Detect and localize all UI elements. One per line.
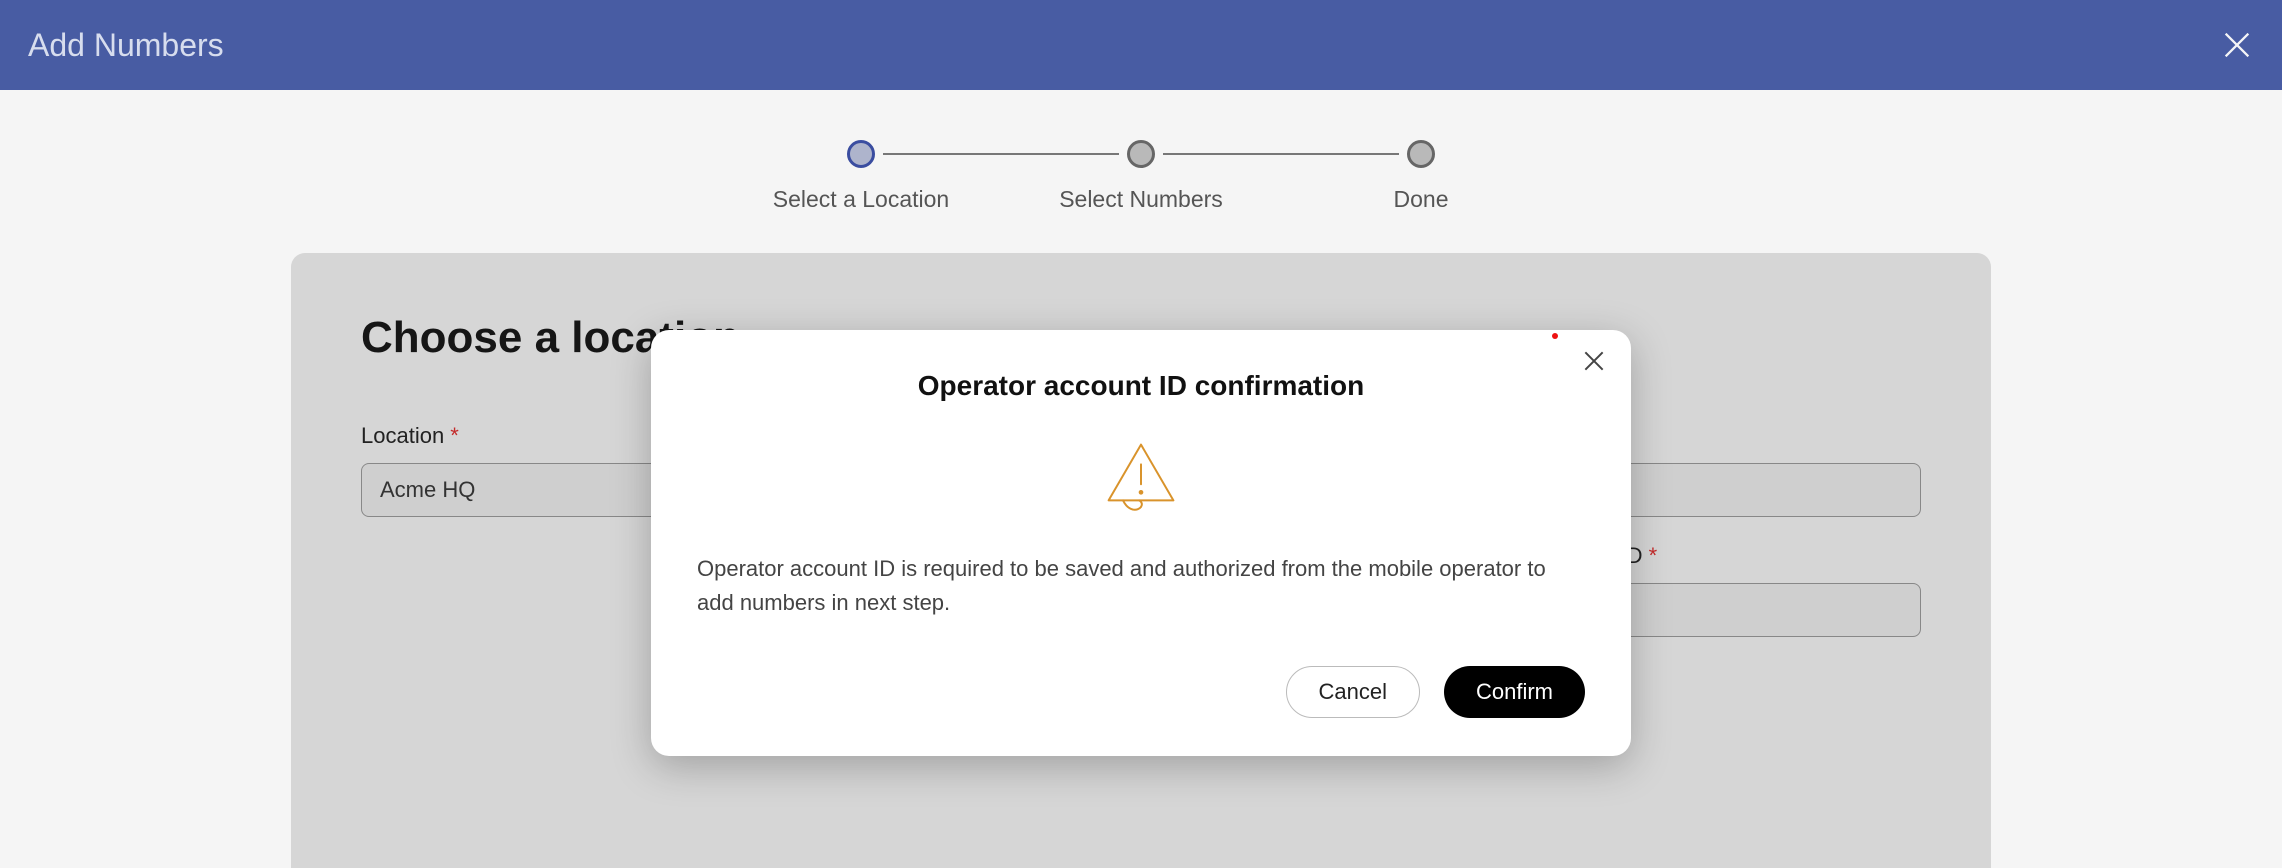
modal-body-text: Operator account ID is required to be sa… — [697, 552, 1585, 620]
warning-icon — [697, 432, 1585, 522]
cursor-indicator — [1552, 333, 1558, 339]
modal-close-icon[interactable] — [1581, 348, 1607, 379]
confirm-button[interactable]: Confirm — [1444, 666, 1585, 718]
close-icon[interactable] — [2220, 28, 2254, 62]
page-title: Add Numbers — [28, 27, 224, 64]
modal-actions: Cancel Confirm — [697, 666, 1585, 718]
modal-title: Operator account ID confirmation — [697, 370, 1585, 402]
header-bar: Add Numbers — [0, 0, 2282, 90]
confirmation-modal: Operator account ID confirmation Operato… — [651, 330, 1631, 756]
cancel-button[interactable]: Cancel — [1286, 666, 1420, 718]
